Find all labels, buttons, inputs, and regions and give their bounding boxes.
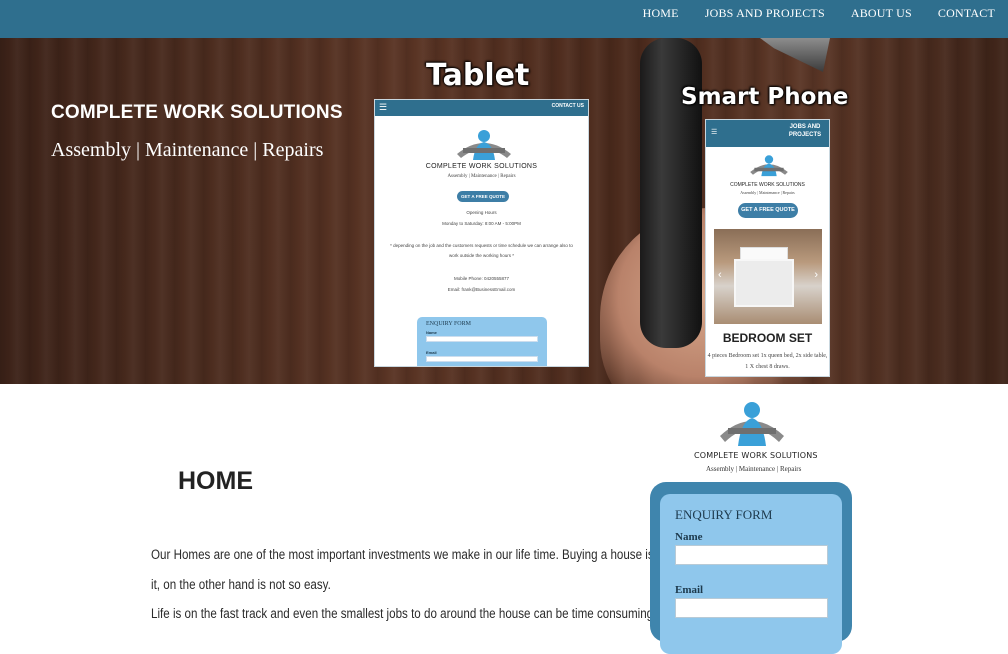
hero-subtitle: Assembly | Maintenance | Repairs (51, 139, 324, 161)
nav-contact-link[interactable]: CONTACT (925, 0, 1008, 38)
page-title: HOME (178, 467, 253, 495)
tablet-name-label: Name (426, 330, 437, 335)
logo-name: COMPLETE WORK SOLUTIONS (694, 451, 818, 460)
nav-home-link[interactable]: HOME (630, 0, 692, 38)
name-field[interactable] (675, 545, 828, 565)
slide-description-line1: 4 pieces Bedroom set 1x queen bed, 2x si… (707, 353, 828, 359)
slide-description-line2: 1 X chest 8 draws. (745, 364, 790, 370)
email-label: Email (675, 584, 704, 596)
phone-logo-name: COMPLETE WORK SOLUTIONS (730, 182, 805, 188)
tablet-email-field[interactable] (426, 356, 538, 362)
enquiry-form: ENQUIRY FORM Name Email (650, 482, 852, 654)
phone-jobs-link[interactable]: JOBS AND PROJECTS (785, 123, 825, 139)
slide-title: BEDROOM SET (722, 331, 813, 345)
slide-description: 4 pieces Bedroom set 1x queen bed, 2x si… (706, 351, 829, 373)
bed-frame (734, 259, 794, 307)
phone-nav-bar: ☰ JOBS AND PROJECTS (706, 120, 829, 147)
tablet-preview: ☰ CONTACT US COMPLETE WORK SOLUTIONS Ass… (374, 99, 589, 367)
hamburger-icon[interactable]: ☰ (379, 102, 387, 113)
tablet-mobile-phone: Mobile Phone: 0420555877 (453, 276, 510, 281)
tablet-free-quote-button[interactable]: GET A FREE QUOTE (457, 191, 509, 202)
chevron-left-icon[interactable]: ‹ (718, 269, 722, 281)
logo-tagline: Assembly | Maintenance | Repairs (706, 465, 802, 473)
tablet-logo-name: COMPLETE WORK SOLUTIONS (425, 163, 538, 170)
hero-banner: COMPLETE WORK SOLUTIONS Assembly | Maint… (0, 38, 1008, 384)
tablet-email-label: Email (426, 350, 437, 355)
tablet-form-title: ENQUIRY FORM (426, 321, 471, 327)
handyman-logo-icon (720, 402, 784, 446)
top-navigation-bar: HOME JOBS AND PROJECTS ABOUT US CONTACT (0, 0, 1008, 38)
email-field[interactable] (675, 598, 828, 618)
enquiry-form-title: ENQUIRY FORM (675, 507, 773, 522)
opening-hours-text: Monday to Saturday: 8:00 AM - 5:00PM (442, 221, 521, 226)
tablet-name-field[interactable] (426, 336, 538, 342)
tablet-email: Email: frank@BusinessEmail.com (447, 287, 516, 292)
intro-paragraph-line2: it, on the other hand is not so easy. (151, 577, 331, 592)
handyman-logo-icon (750, 155, 788, 177)
smart-phone-preview: ☰ JOBS AND PROJECTS COMPLETE WORK SOLUTI… (705, 119, 830, 377)
tablet-enquiry-form: ENQUIRY FORM Name Email (417, 317, 547, 366)
hours-note-line1: * depending on the job and the customers… (390, 243, 573, 248)
phone-free-quote-button[interactable]: GET A FREE QUOTE (738, 203, 798, 218)
smart-phone-label: Smart Phone (681, 84, 849, 110)
opening-hours-title: Opening Hours (466, 210, 497, 215)
tablet-label: Tablet (426, 58, 530, 93)
intro-paragraph-line3: Life is on the fast track and even the s… (151, 606, 657, 621)
hamburger-icon[interactable]: ☰ (711, 128, 717, 136)
tablet-nav-bar: ☰ CONTACT US (375, 100, 588, 116)
hours-note-line2: work outside the working hours * (448, 253, 515, 258)
enquiry-form-panel: ENQUIRY FORM Name Email (660, 494, 842, 654)
phone-logo-tagline: Assembly | Maintenance | Repairs (740, 190, 795, 195)
bedroom-set-slide-image: ‹ › (714, 229, 822, 324)
nav-about-us-link[interactable]: ABOUT US (838, 0, 925, 38)
chevron-right-icon[interactable]: › (814, 269, 818, 281)
hero-title: COMPLETE WORK SOLUTIONS (51, 102, 343, 123)
name-label: Name (675, 531, 703, 543)
tablet-contact-us-link[interactable]: CONTACT US (552, 103, 584, 109)
handyman-logo-icon (457, 130, 511, 160)
tablet-logo-tagline: Assembly | Maintenance | Repairs (447, 174, 516, 179)
main-nav: HOME JOBS AND PROJECTS ABOUT US CONTACT (630, 0, 1008, 38)
nav-jobs-and-projects-link[interactable]: JOBS AND PROJECTS (692, 0, 838, 38)
